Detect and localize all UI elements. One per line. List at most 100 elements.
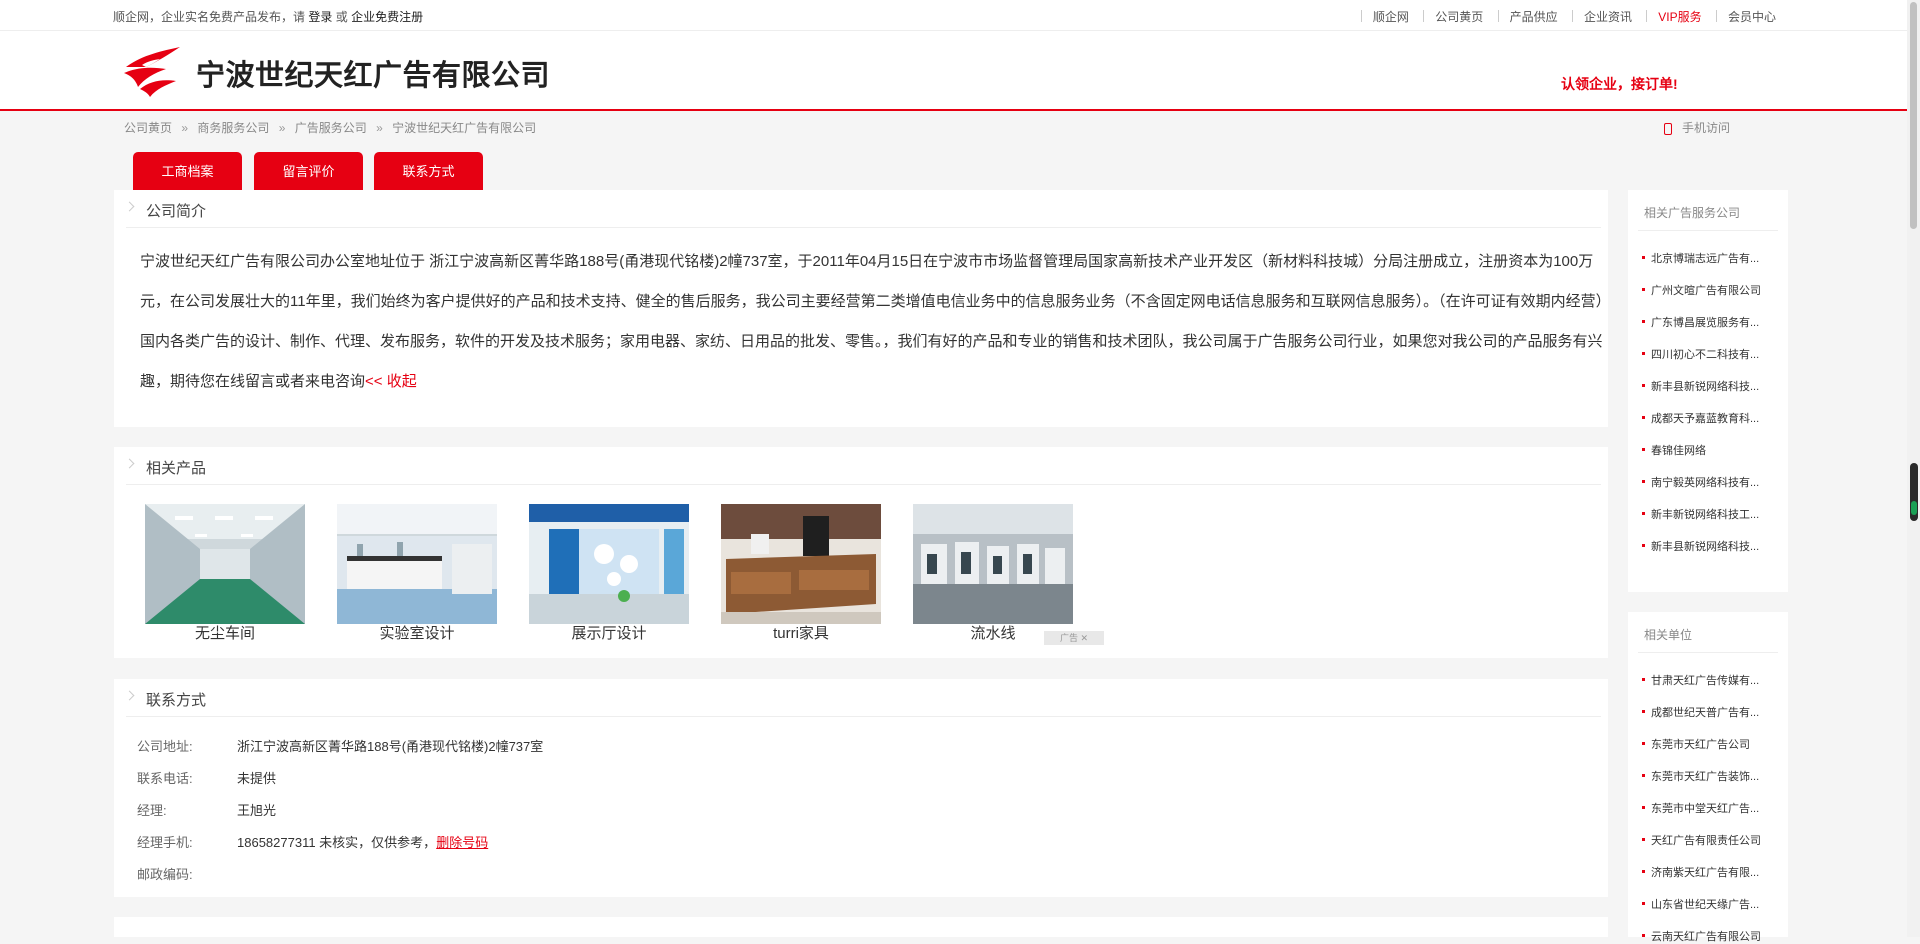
products-panel: 相关产品 无尘车间 实验室设计 展示厅设计 turri家具 流水线 广告 ✕ [114,447,1608,658]
top-link-yellow-pages[interactable]: 公司黄页 [1435,10,1483,24]
delete-number-link[interactable]: 删除号码 [436,835,488,850]
breadcrumb-separator: » [376,121,383,135]
related-company-link[interactable]: 北京博瑞志远广告有... [1642,250,1759,266]
product-image-laboratory[interactable] [337,504,497,624]
chevron-right-icon [124,690,135,701]
related-unit-link[interactable]: 云南天红广告有限公司 [1642,928,1761,944]
product-image-showroom[interactable] [529,504,689,624]
tab-contact[interactable]: 联系方式 [374,152,483,190]
zip-label: 邮政编码: [137,867,193,882]
top-link-vip[interactable]: VIP服务 [1658,10,1701,24]
login-link[interactable]: 登录 [308,10,332,24]
intro-panel-header: 公司简介 [124,190,1601,228]
intro-text: 宁波世纪天红广告有限公司办公室地址位于 浙江宁波高新区菁华路188号(甬港现代铭… [140,253,1604,390]
mobile-access-link[interactable]: 手机访问 [1664,119,1730,136]
intro-panel: 公司简介 宁波世纪天红广告有限公司办公室地址位于 浙江宁波高新区菁华路188号(… [114,190,1608,427]
intro-title: 公司简介 [146,203,207,220]
address-value: 浙江宁波高新区菁华路188号(甬港现代铭楼)2幢737室 [237,739,544,754]
related-company-link[interactable]: 广东博昌展览服务有... [1642,314,1759,330]
scrollbar-thumb[interactable] [1910,2,1917,229]
related-company-link[interactable]: 春锦佳网络 [1642,442,1706,458]
register-link[interactable]: 企业免费注册 [351,10,423,24]
products-panel-header: 相关产品 [124,447,1601,485]
manager-value: 王旭光 [237,803,277,818]
product-card[interactable]: 展示厅设计 [529,504,689,644]
related-units-title: 相关单位 [1644,628,1693,642]
related-companies-title: 相关广告服务公司 [1644,206,1741,220]
company-title: 宁波世纪天红广告有限公司 [196,60,551,92]
tab-business-records[interactable]: 工商档案 [133,152,242,190]
related-company-link[interactable]: 四川初心不二科技有... [1642,346,1759,362]
contact-panel-header: 联系方式 [124,679,1601,717]
product-name[interactable]: 无尘车间 [145,624,305,644]
collapse-link[interactable]: << 收起 [365,373,417,390]
breadcrumb-yellow-pages[interactable]: 公司黄页 [124,121,172,135]
related-company-link[interactable]: 成都天予嘉蓝教育科... [1642,410,1759,426]
floating-indicator-icon [1911,501,1917,515]
chevron-right-icon [124,458,135,469]
related-unit-link[interactable]: 天红广告有限责任公司 [1642,832,1761,848]
product-image-furniture[interactable] [721,504,881,624]
top-link-products[interactable]: 产品供应 [1510,10,1558,24]
contact-address-row: 公司地址: 浙江宁波高新区菁华路188号(甬港现代铭楼)2幢737室 [137,736,543,755]
top-link-shunqi[interactable]: 顺企网 [1373,10,1409,24]
related-unit-link[interactable]: 东莞市中堂天红广告... [1642,800,1759,816]
breadcrumb-current: 宁波世纪天红广告有限公司 [392,121,537,135]
tab-reviews[interactable]: 留言评价 [254,152,363,190]
ad-badge[interactable]: 广告 ✕ [1044,631,1104,645]
top-links: 顺企网 公司黄页 产品供应 企业资讯 VIP服务 会员中心 [1350,8,1776,25]
chevron-right-icon [124,201,135,212]
breadcrumb-ad-services[interactable]: 广告服务公司 [295,121,367,135]
or-text: 或 [335,10,348,24]
mobile-access-label: 手机访问 [1682,121,1731,135]
product-image-cleanroom[interactable] [145,504,305,624]
phone-label: 联系电话: [137,771,193,786]
related-company-link[interactable]: 广州文暄广告有限公司 [1642,282,1761,298]
claim-company-link[interactable]: 认领企业，接订单! [1561,74,1678,94]
contact-mobile-row: 经理手机: 18658277311 未核实，仅供参考，删除号码 [137,832,488,851]
phone-value: 未提供 [237,771,277,786]
product-name[interactable]: 展示厅设计 [529,624,689,644]
top-link-member[interactable]: 会员中心 [1728,10,1776,24]
company-logo-icon[interactable] [122,45,184,97]
related-units-panel: 相关单位 甘肃天红广告传媒有... 成都世纪天普广告有... 东莞市天红广告公司… [1628,612,1788,943]
related-unit-link[interactable]: 东莞市天红广告装饰... [1642,768,1759,784]
contact-panel: 联系方式 公司地址: 浙江宁波高新区菁华路188号(甬港现代铭楼)2幢737室 联… [114,679,1608,897]
related-company-link[interactable]: 新丰新锐网络科技工... [1642,506,1759,522]
ad-label: 广告 [1059,633,1078,643]
product-image-assembly-line[interactable] [913,504,1073,624]
top-notice: 顺企网，企业实名免费产品发布，请 登录 或 企业免费注册 [113,8,423,25]
product-card[interactable]: 实验室设计 [337,504,497,644]
next-panel [114,917,1608,937]
address-label: 公司地址: [137,739,193,754]
site-header: 宁波世纪天红广告有限公司 认领企业，接订单! [0,31,1907,111]
mobile-phone-icon [1664,123,1672,135]
product-card[interactable]: 无尘车间 [145,504,305,644]
related-unit-link[interactable]: 甘肃天红广告传媒有... [1642,672,1759,688]
top-link-news[interactable]: 企业资讯 [1584,10,1632,24]
mobile-label: 经理手机: [137,835,193,850]
related-unit-link[interactable]: 成都世纪天普广告有... [1642,704,1759,720]
breadcrumb-separator: » [278,121,286,135]
contact-phone-row: 联系电话: 未提供 [137,768,276,787]
contact-manager-row: 经理: 王旭光 [137,800,276,819]
floating-toolbar[interactable] [1910,463,1918,521]
product-card[interactable]: 流水线 [913,504,1073,644]
related-unit-link[interactable]: 山东省世纪天缘广告... [1642,896,1759,912]
related-company-link[interactable]: 新丰县新锐网络科技... [1642,538,1759,554]
product-card[interactable]: turri家具 [721,504,881,644]
related-company-link[interactable]: 南宁毅英网络科技有... [1642,474,1759,490]
breadcrumb: 公司黄页 » 商务服务公司 » 广告服务公司 » 宁波世纪天红广告有限公司 [124,119,536,136]
products-title: 相关产品 [146,460,207,477]
product-name[interactable]: 实验室设计 [337,624,497,644]
top-bar: 顺企网，企业实名免费产品发布，请 登录 或 企业免费注册 顺企网 公司黄页 产品… [0,0,1907,31]
product-name[interactable]: turri家具 [721,624,881,644]
intro-body: 宁波世纪天红广告有限公司办公室地址位于 浙江宁波高新区菁华路188号(甬港现代铭… [140,242,1610,402]
notice-text: 顺企网，企业实名免费产品发布，请 [113,10,306,24]
breadcrumb-separator: » [181,121,189,135]
related-company-link[interactable]: 新丰县新锐网络科技... [1642,378,1759,394]
related-companies-panel: 相关广告服务公司 北京博瑞志远广告有... 广州文暄广告有限公司 广东博昌展览服… [1628,190,1788,592]
related-unit-link[interactable]: 济南紫天红广告有限... [1642,864,1759,880]
breadcrumb-business-services[interactable]: 商务服务公司 [197,121,269,135]
related-unit-link[interactable]: 东莞市天红广告公司 [1642,736,1750,752]
